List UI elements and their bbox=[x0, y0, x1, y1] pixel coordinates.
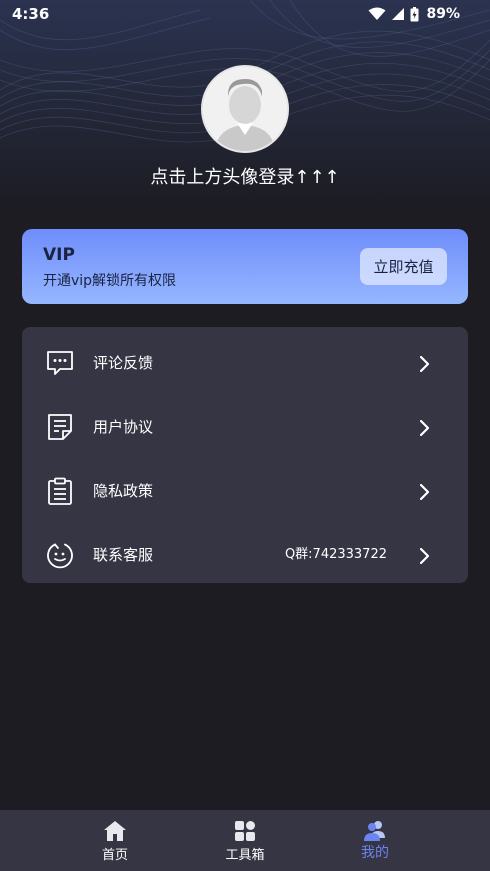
chevron-right-icon bbox=[419, 483, 430, 501]
nav-item-home[interactable]: 首页 bbox=[75, 810, 155, 871]
status-bar: 4:36 89% bbox=[0, 0, 490, 28]
menu-card: 评论反馈 用户协议 隐私政策 联系客服 Q群:742333722 bbox=[22, 327, 468, 583]
login-hint[interactable]: 点击上方头像登录↑↑↑ bbox=[0, 163, 490, 189]
toolbox-icon bbox=[235, 821, 255, 841]
chevron-right-icon bbox=[419, 547, 430, 565]
menu-item-user-agreement[interactable]: 用户协议 bbox=[22, 395, 468, 459]
menu-item-label: 隐私政策 bbox=[93, 482, 154, 500]
status-indicators: 89% bbox=[368, 5, 460, 23]
clipboard-icon bbox=[48, 477, 72, 505]
bottom-nav: 首页 工具箱 我的 bbox=[0, 810, 490, 871]
menu-item-privacy-policy[interactable]: 隐私政策 bbox=[22, 459, 468, 523]
document-icon bbox=[48, 414, 72, 440]
qq-group-text: Q群:742333722 bbox=[284, 547, 387, 562]
avatar[interactable] bbox=[201, 65, 289, 153]
default-avatar-icon bbox=[203, 67, 287, 151]
vip-title: VIP bbox=[43, 245, 75, 265]
menu-item-feedback[interactable]: 评论反馈 bbox=[22, 331, 468, 395]
chevron-right-icon bbox=[419, 419, 430, 437]
battery-percent: 89% bbox=[426, 6, 460, 22]
menu-item-customer-service[interactable]: 联系客服 Q群:742333722 bbox=[22, 523, 468, 587]
vip-subtitle: 开通vip解锁所有权限 bbox=[43, 273, 177, 289]
nav-label: 首页 bbox=[101, 848, 128, 863]
recharge-button[interactable]: 立即充值 bbox=[360, 248, 447, 285]
home-icon bbox=[104, 821, 126, 841]
user-group-icon bbox=[364, 821, 385, 841]
nav-label: 工具箱 bbox=[225, 848, 265, 863]
signal-icon bbox=[392, 8, 405, 20]
menu-item-label: 用户协议 bbox=[93, 418, 154, 436]
customer-service-icon bbox=[47, 543, 73, 569]
nav-item-mine[interactable]: 我的 bbox=[335, 810, 415, 871]
chevron-right-icon bbox=[419, 355, 430, 373]
battery-icon bbox=[410, 6, 419, 21]
comment-icon bbox=[47, 351, 73, 375]
menu-item-label: 评论反馈 bbox=[93, 354, 154, 372]
status-time: 4:36 bbox=[12, 5, 50, 23]
nav-item-toolbox[interactable]: 工具箱 bbox=[205, 810, 285, 871]
vip-card[interactable]: VIP 开通vip解锁所有权限 立即充值 bbox=[22, 229, 468, 304]
nav-label: 我的 bbox=[361, 845, 389, 861]
wifi-icon bbox=[368, 7, 386, 20]
menu-item-label: 联系客服 bbox=[93, 546, 154, 564]
